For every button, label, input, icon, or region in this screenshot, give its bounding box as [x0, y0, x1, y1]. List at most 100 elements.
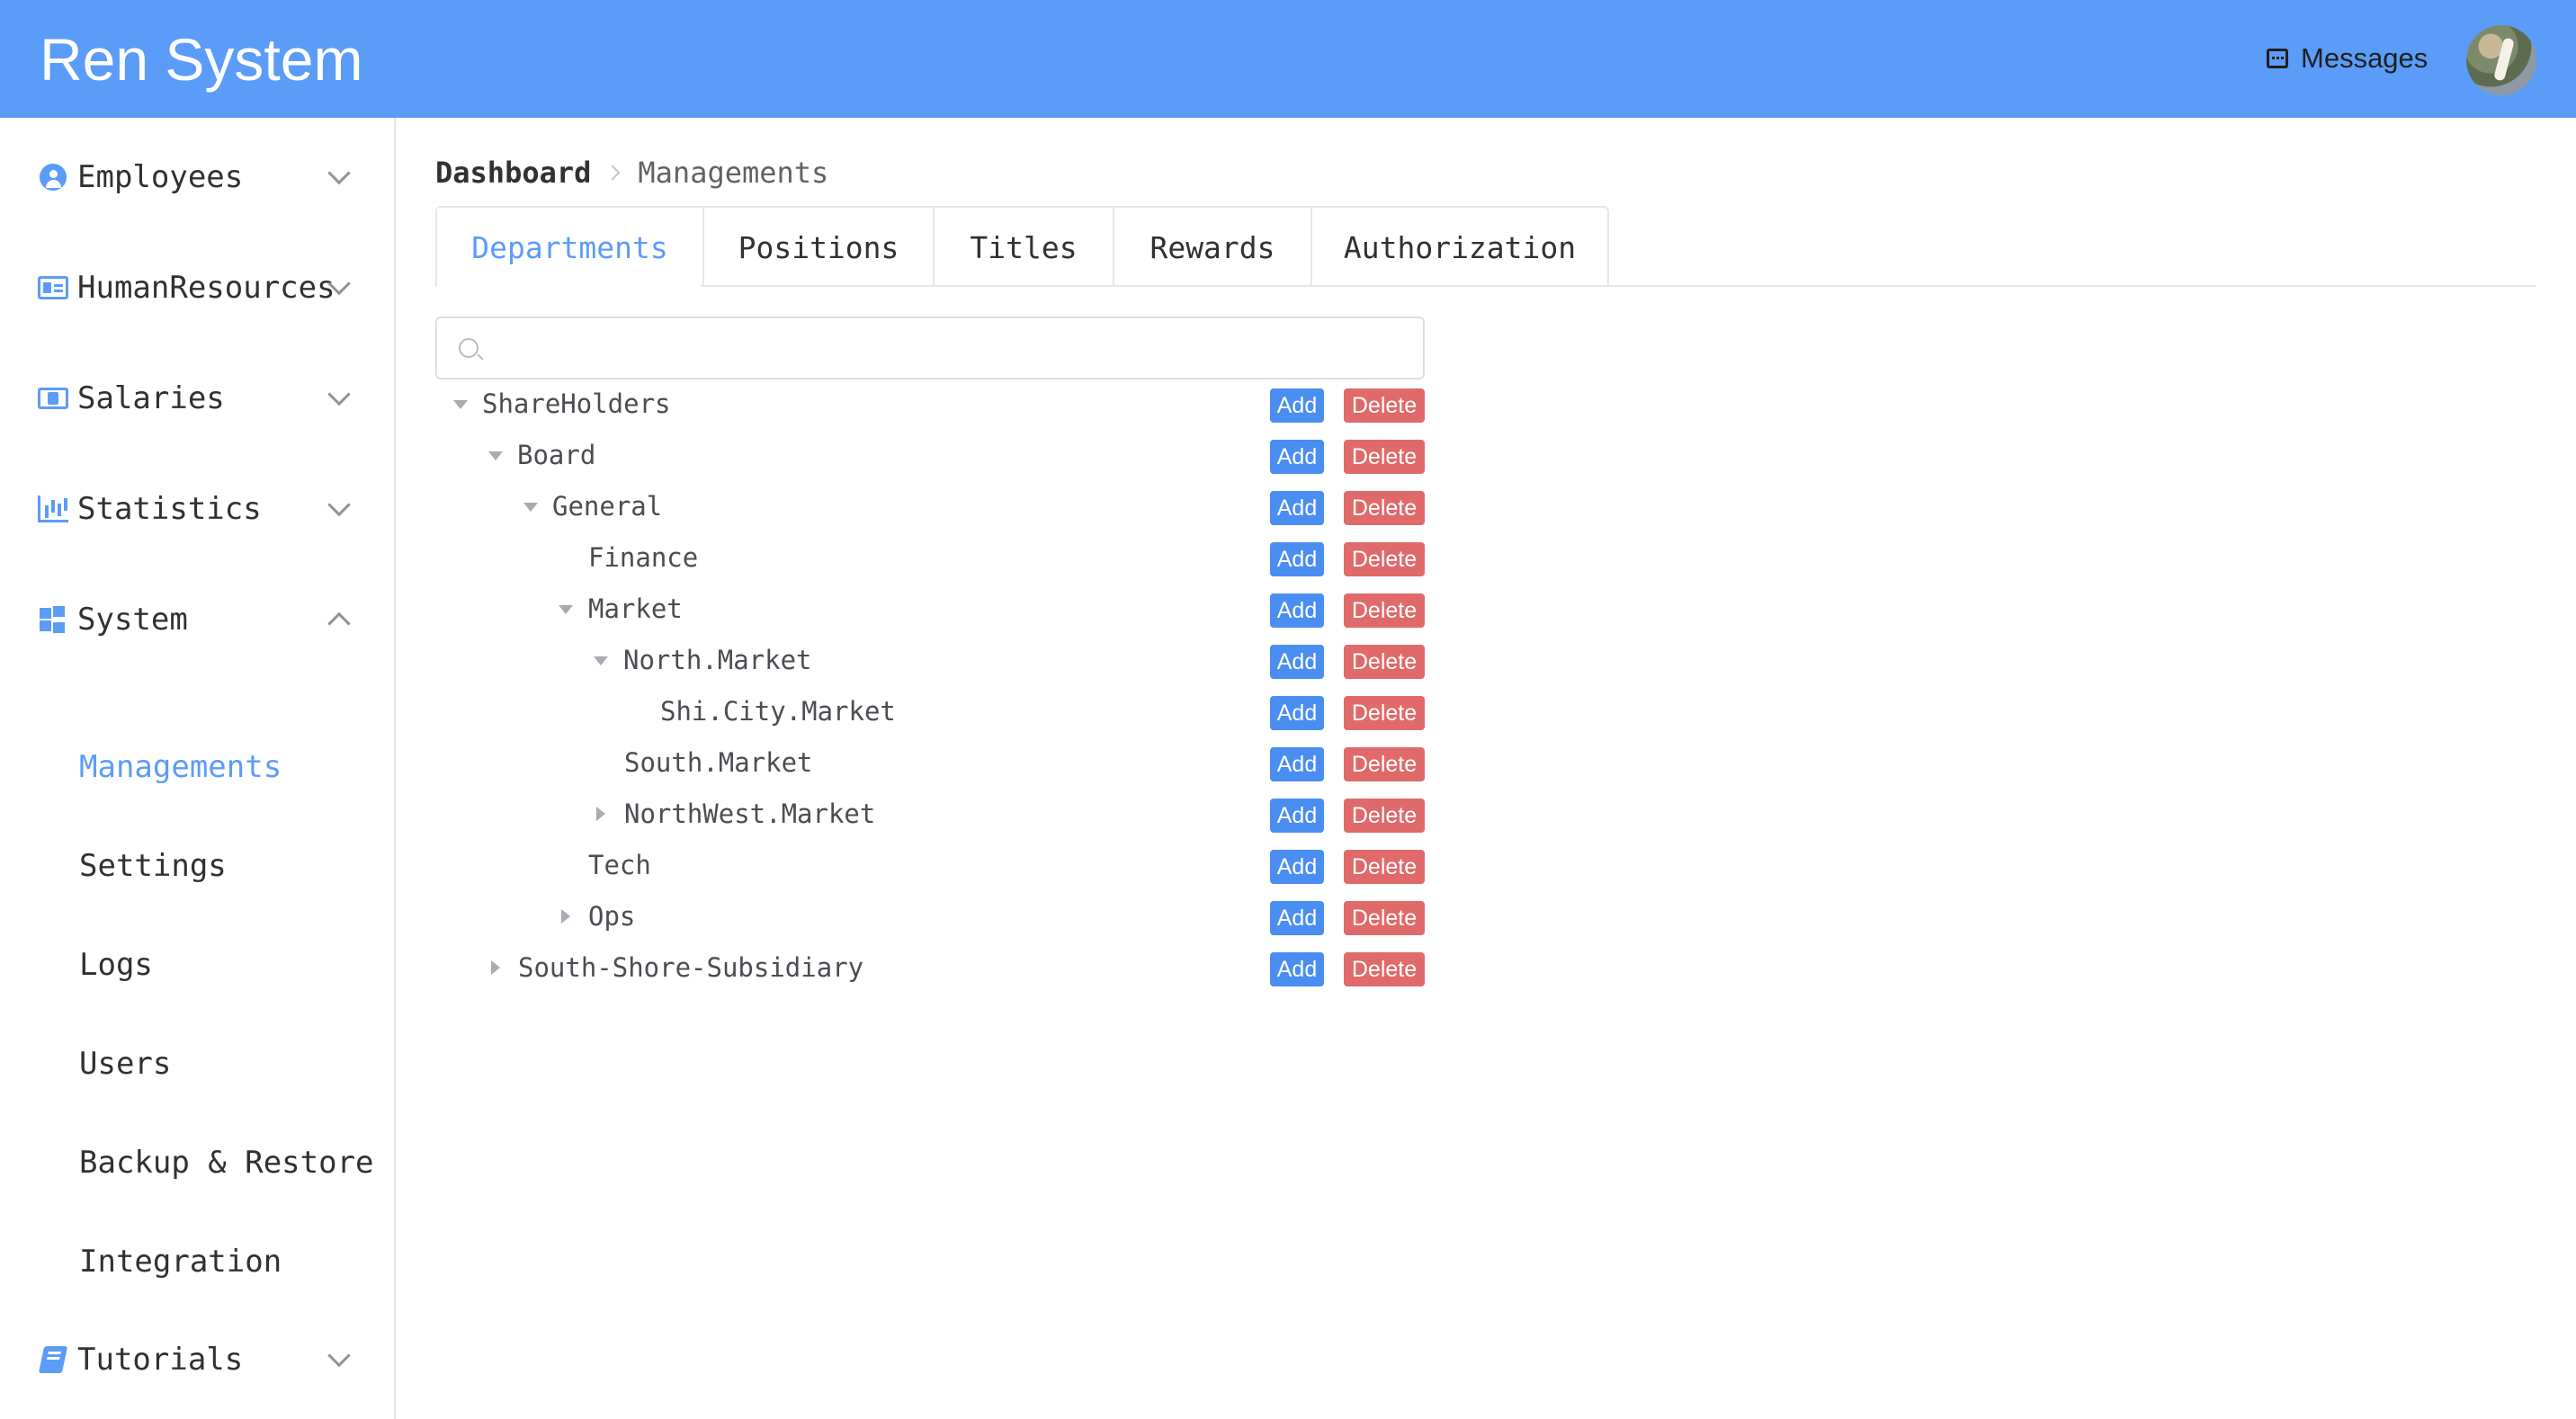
delete-button[interactable]: Delete: [1344, 850, 1425, 884]
delete-button[interactable]: Delete: [1344, 593, 1425, 628]
tree-node-finance[interactable]: Finance Add Delete: [435, 531, 1425, 583]
sidebar-subitem-label: Logs: [79, 947, 153, 983]
sidebar-subitem-integration[interactable]: Integration: [0, 1217, 396, 1307]
book-icon: [38, 1344, 68, 1375]
avatar[interactable]: [2466, 25, 2536, 95]
delete-button[interactable]: Delete: [1344, 799, 1425, 833]
tree-node-label: Tech: [588, 849, 651, 880]
tree-node-label: South-Shore-Subsidiary: [518, 951, 864, 983]
sidebar-item-employees[interactable]: Employees: [0, 141, 396, 213]
delete-button[interactable]: Delete: [1344, 645, 1425, 679]
breadcrumb-dashboard[interactable]: Dashboard: [435, 156, 591, 190]
search-input[interactable]: [493, 327, 1410, 369]
sidebar-item-label: Employees: [77, 159, 244, 195]
add-button[interactable]: Add: [1270, 388, 1324, 423]
messages-label: Messages: [2301, 42, 2428, 74]
sidebar-subitem-managements[interactable]: Managements: [0, 722, 396, 812]
add-button[interactable]: Add: [1270, 593, 1324, 628]
sidebar-subitem-backup-restore[interactable]: Backup & Restore: [0, 1118, 396, 1208]
chevron-down-icon: [327, 382, 351, 406]
message-icon: [2267, 49, 2288, 68]
delete-button[interactable]: Delete: [1344, 952, 1425, 986]
delete-button[interactable]: Delete: [1344, 542, 1425, 576]
messages-link[interactable]: Messages: [2267, 40, 2428, 77]
sidebar-subitem-label: Settings: [79, 848, 227, 884]
tree-node-shareholders[interactable]: ShareHolders Add Delete: [435, 378, 1425, 429]
chevron-up-icon: [327, 611, 351, 636]
sidebar-subitem-users[interactable]: Users: [0, 1019, 396, 1109]
caret-down-icon[interactable]: [453, 399, 468, 409]
tree-node-label: North.Market: [623, 644, 812, 675]
search-icon: [459, 338, 479, 358]
delete-button[interactable]: Delete: [1344, 440, 1425, 474]
tree-node-south-shore-subsidiary[interactable]: South-Shore-Subsidiary Add Delete: [435, 942, 1425, 993]
delete-button[interactable]: Delete: [1344, 747, 1425, 781]
tree-node-label: Finance: [588, 541, 699, 573]
tree-node-tech[interactable]: Tech Add Delete: [435, 839, 1425, 890]
sidebar-item-humanresources[interactable]: HumanResources: [0, 252, 396, 324]
tree-node-label: South.Market: [624, 746, 813, 778]
add-button[interactable]: Add: [1270, 850, 1324, 884]
add-button[interactable]: Add: [1270, 901, 1324, 935]
tree-node-ops[interactable]: Ops Add Delete: [435, 890, 1425, 942]
sidebar-item-label: Tutorials: [77, 1342, 244, 1378]
sidebar-item-system[interactable]: System: [0, 584, 396, 656]
tree-node-label: Board: [517, 439, 596, 470]
tree-filter-box: [435, 317, 1425, 379]
sidebar-item-tutorials[interactable]: Tutorials: [0, 1324, 396, 1396]
tree-node-board[interactable]: Board Add Delete: [435, 429, 1425, 480]
caret-down-icon[interactable]: [594, 656, 608, 665]
caret-right-icon[interactable]: [561, 908, 570, 924]
tree-node-northwest-market[interactable]: NorthWest.Market Add Delete: [435, 788, 1425, 839]
add-button[interactable]: Add: [1270, 491, 1324, 525]
tab-positions[interactable]: Positions: [702, 208, 933, 287]
caret-right-icon[interactable]: [491, 959, 500, 975]
breadcrumb: Dashboard Managements: [435, 153, 828, 192]
caret-down-icon[interactable]: [488, 451, 503, 460]
app-title: Ren System: [40, 26, 363, 93]
caret-down-icon[interactable]: [559, 604, 573, 614]
delete-button[interactable]: Delete: [1344, 388, 1425, 423]
add-button[interactable]: Add: [1270, 799, 1324, 833]
tree-node-label: Market: [588, 593, 683, 624]
delete-button[interactable]: Delete: [1344, 696, 1425, 730]
chevron-right-icon: [604, 165, 621, 181]
add-button[interactable]: Add: [1270, 696, 1324, 730]
sidebar-subitem-settings[interactable]: Settings: [0, 821, 396, 911]
tree-node-shi-city-market[interactable]: Shi.City.Market Add Delete: [435, 685, 1425, 736]
tree-node-label: General: [552, 490, 663, 522]
tab-titles[interactable]: Titles: [933, 208, 1113, 287]
delete-button[interactable]: Delete: [1344, 901, 1425, 935]
sidebar-item-label: HumanResources: [77, 270, 335, 306]
add-button[interactable]: Add: [1270, 645, 1324, 679]
tree-node-market[interactable]: Market Add Delete: [435, 583, 1425, 634]
sidebar-item-salaries[interactable]: Salaries: [0, 362, 396, 434]
add-button[interactable]: Add: [1270, 952, 1324, 986]
chevron-down-icon: [327, 1343, 351, 1368]
chevron-down-icon: [327, 161, 351, 185]
sidebar-subitem-label: Integration: [79, 1244, 282, 1280]
sidebar-item-label: System: [77, 602, 188, 638]
caret-right-icon[interactable]: [596, 806, 605, 821]
sidebar-subitem-label: Users: [79, 1046, 172, 1082]
sidebar-item-statistics[interactable]: Statistics: [0, 473, 396, 545]
caret-down-icon[interactable]: [523, 502, 538, 512]
sidebar-subitem-label: Backup & Restore: [79, 1145, 374, 1181]
add-button[interactable]: Add: [1270, 440, 1324, 474]
tab-departments[interactable]: Departments: [437, 208, 702, 287]
top-header: Ren System Messages: [0, 0, 2576, 118]
tree-node-north-market[interactable]: North.Market Add Delete: [435, 634, 1425, 685]
tab-authorization[interactable]: Authorization: [1310, 208, 1607, 287]
tree-node-label: Ops: [588, 900, 636, 932]
tab-rewards[interactable]: Rewards: [1113, 208, 1310, 287]
tree-node-south-market[interactable]: South.Market Add Delete: [435, 736, 1425, 788]
sidebar-subitem-logs[interactable]: Logs: [0, 920, 396, 1010]
add-button[interactable]: Add: [1270, 747, 1324, 781]
tab-bar: Departments Positions Titles Rewards Aut…: [435, 206, 1609, 287]
id-card-icon: [38, 272, 68, 303]
tab-divider: [701, 285, 2536, 287]
delete-button[interactable]: Delete: [1344, 491, 1425, 525]
tree-node-general[interactable]: General Add Delete: [435, 480, 1425, 531]
add-button[interactable]: Add: [1270, 542, 1324, 576]
sidebar-item-label: Salaries: [77, 380, 225, 416]
